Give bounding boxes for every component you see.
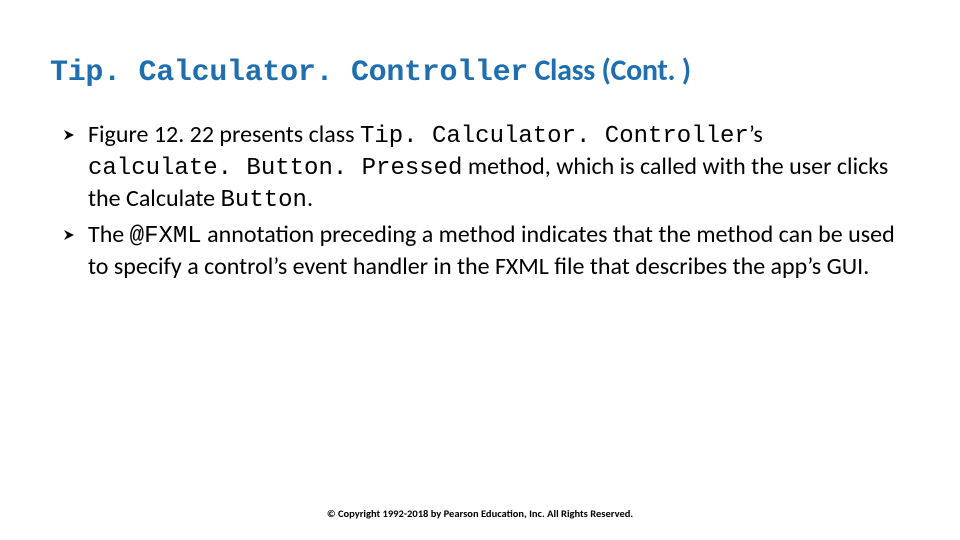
- slide-title: Tip. Calculator. Controller Class (Cont.…: [50, 52, 691, 90]
- slide-body: Figure 12. 22 presents class Tip. Calcul…: [60, 120, 900, 286]
- text-run: Figure 12. 22 presents class: [88, 120, 360, 149]
- code-run: calculate. Button. Pressed: [88, 155, 462, 182]
- title-rest: Class (Cont. ): [528, 52, 691, 89]
- slide: Tip. Calculator. Controller Class (Cont.…: [0, 0, 960, 540]
- title-code-part: Tip. Calculator. Controller: [50, 56, 528, 90]
- bullet-item: Figure 12. 22 presents class Tip. Calcul…: [60, 120, 900, 216]
- copyright-footer: © Copyright 1992-2018 by Pearson Educati…: [0, 507, 960, 520]
- text-run: The: [88, 220, 130, 249]
- text-run: annotation preceding a method indicates …: [88, 220, 895, 281]
- code-run: Tip. Calculator. Controller: [360, 123, 749, 150]
- text-run: .: [307, 184, 313, 213]
- text-run: ’s: [749, 120, 763, 149]
- code-run: @FXML: [130, 223, 202, 250]
- bullet-list: Figure 12. 22 presents class Tip. Calcul…: [60, 120, 900, 282]
- code-run: Button: [221, 187, 307, 214]
- bullet-item: The @FXML annotation preceding a method …: [60, 220, 900, 282]
